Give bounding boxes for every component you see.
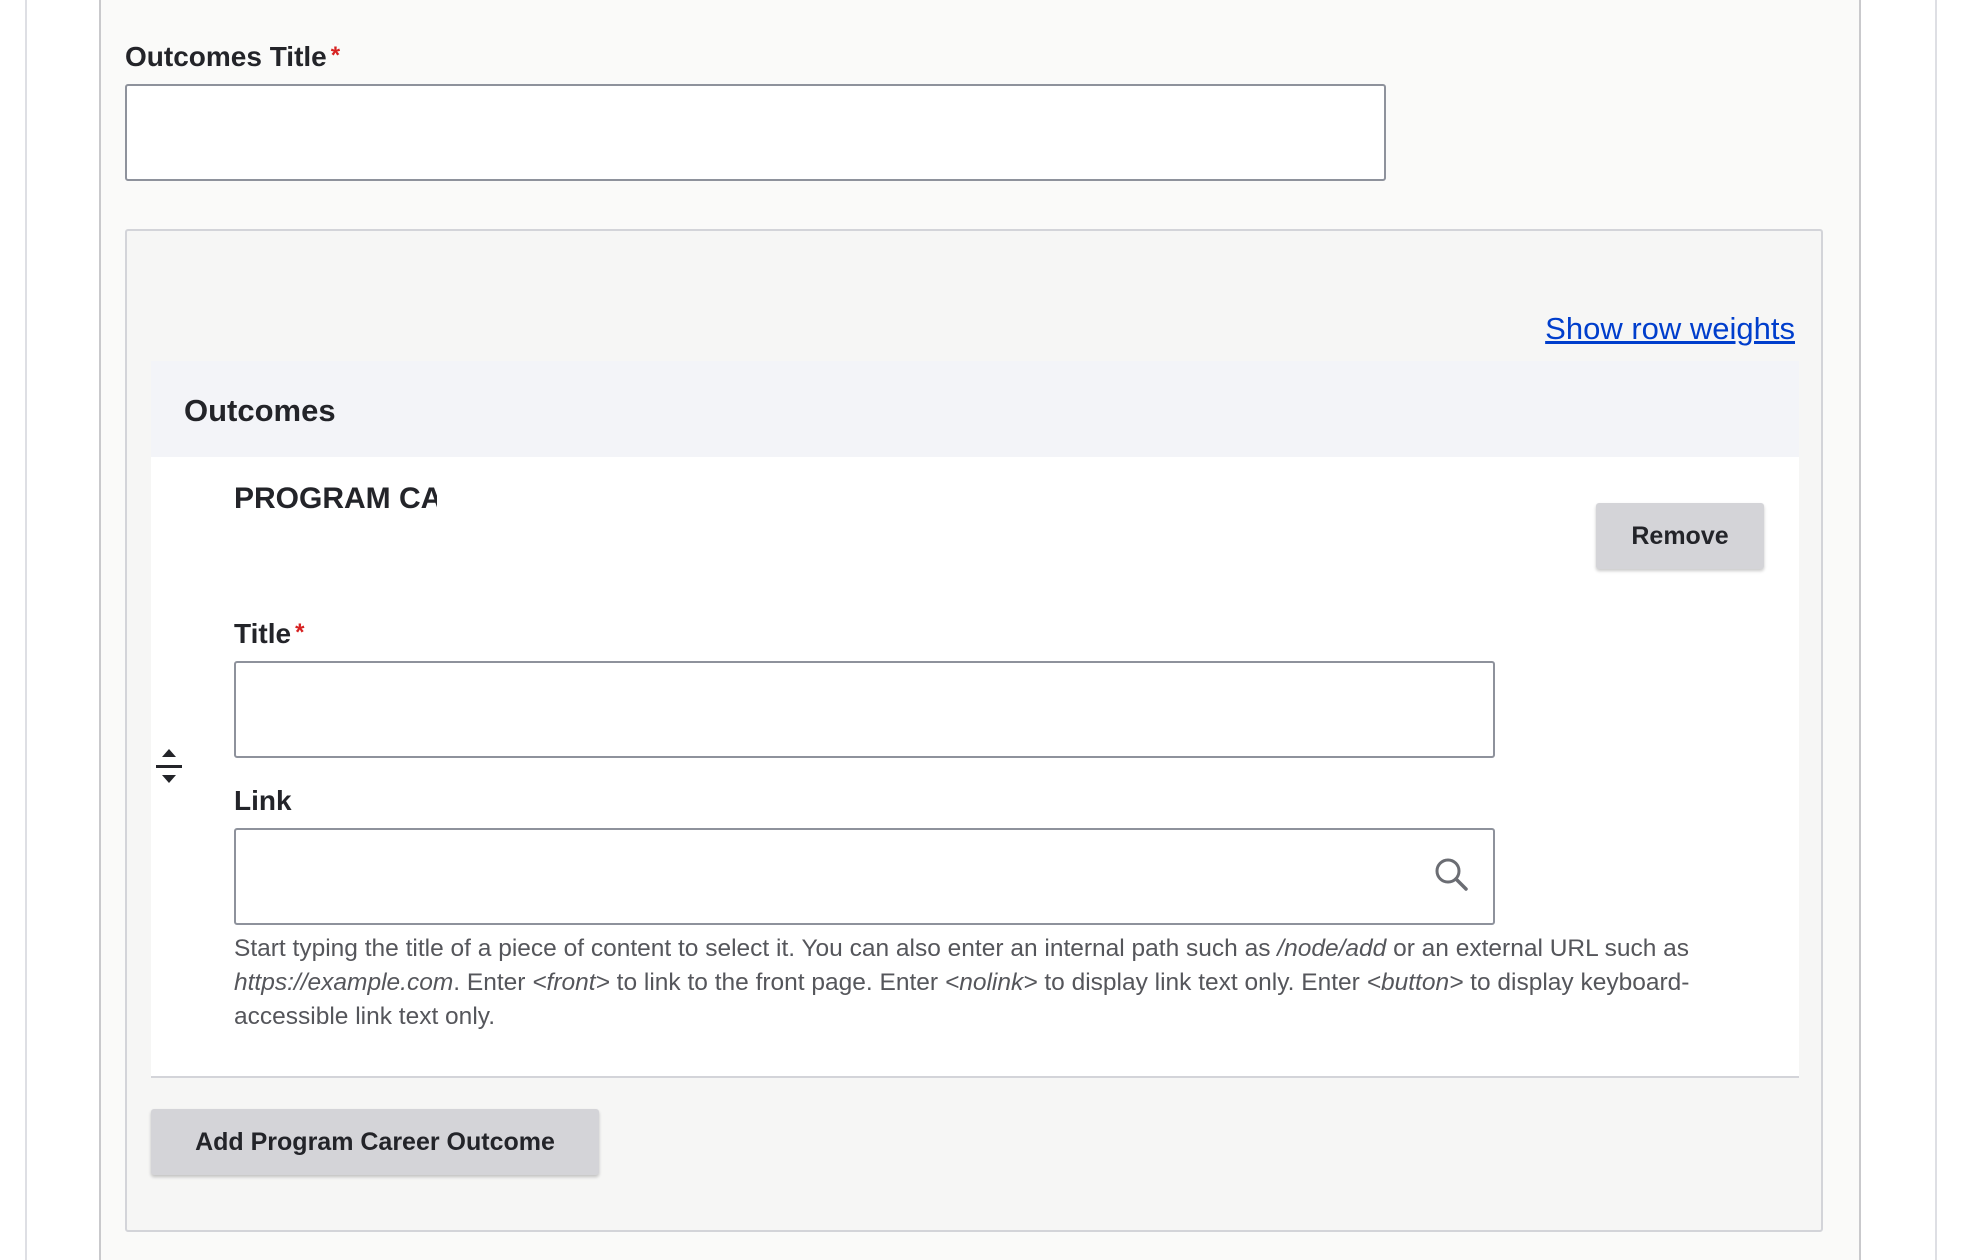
- help-text-example-url: https://example.com: [234, 969, 454, 996]
- help-text-nolink-token: <nolink>: [944, 969, 1038, 996]
- help-text-part: to display link text only. Enter: [1037, 969, 1367, 996]
- link-input[interactable]: [234, 828, 1495, 925]
- help-text-button-token: <button>: [1366, 969, 1464, 996]
- title-input[interactable]: [234, 661, 1495, 758]
- help-text-part: or an external URL such as: [1386, 935, 1690, 962]
- outcomes-table-header: Outcomes: [151, 361, 1799, 457]
- table-row: PROGRAM CA Remove Title * Link Start typi…: [151, 457, 1799, 1078]
- outcomes-title-label: Outcomes Title *: [125, 41, 340, 75]
- outcomes-title-label-text: Outcomes Title: [125, 41, 327, 72]
- help-text-example-path: /node/add: [1277, 935, 1387, 962]
- help-text-part: Start typing the title of a piece of con…: [234, 935, 1278, 962]
- title-field-label: Title *: [234, 618, 304, 652]
- outcomes-table-header-title: Outcomes: [184, 393, 336, 428]
- remove-button[interactable]: Remove: [1596, 503, 1764, 569]
- link-help-text: Start typing the title of a piece of con…: [234, 932, 1764, 1034]
- title-field-label-text: Title: [234, 618, 292, 649]
- required-marker: *: [330, 42, 341, 69]
- help-text-part: . Enter: [453, 969, 533, 996]
- show-row-weights-link[interactable]: Show row weights: [1545, 311, 1795, 347]
- outcomes-title-input[interactable]: [125, 84, 1386, 181]
- search-icon: [1433, 856, 1469, 892]
- drag-handle-icon[interactable]: [151, 747, 187, 787]
- outcomes-paragraphs-widget: Show row weights Outcomes PROGRAM CA Rem…: [125, 229, 1823, 1232]
- link-field-label-text: Link: [234, 785, 292, 816]
- help-text-part: to link to the front page. Enter: [609, 969, 945, 996]
- link-field-label: Link: [234, 785, 292, 817]
- paragraph-type-label: PROGRAM CA: [234, 482, 437, 515]
- required-marker: *: [295, 619, 305, 646]
- add-program-career-outcome-button[interactable]: Add Program Career Outcome: [151, 1109, 599, 1175]
- help-text-front-token: <front>: [532, 969, 610, 996]
